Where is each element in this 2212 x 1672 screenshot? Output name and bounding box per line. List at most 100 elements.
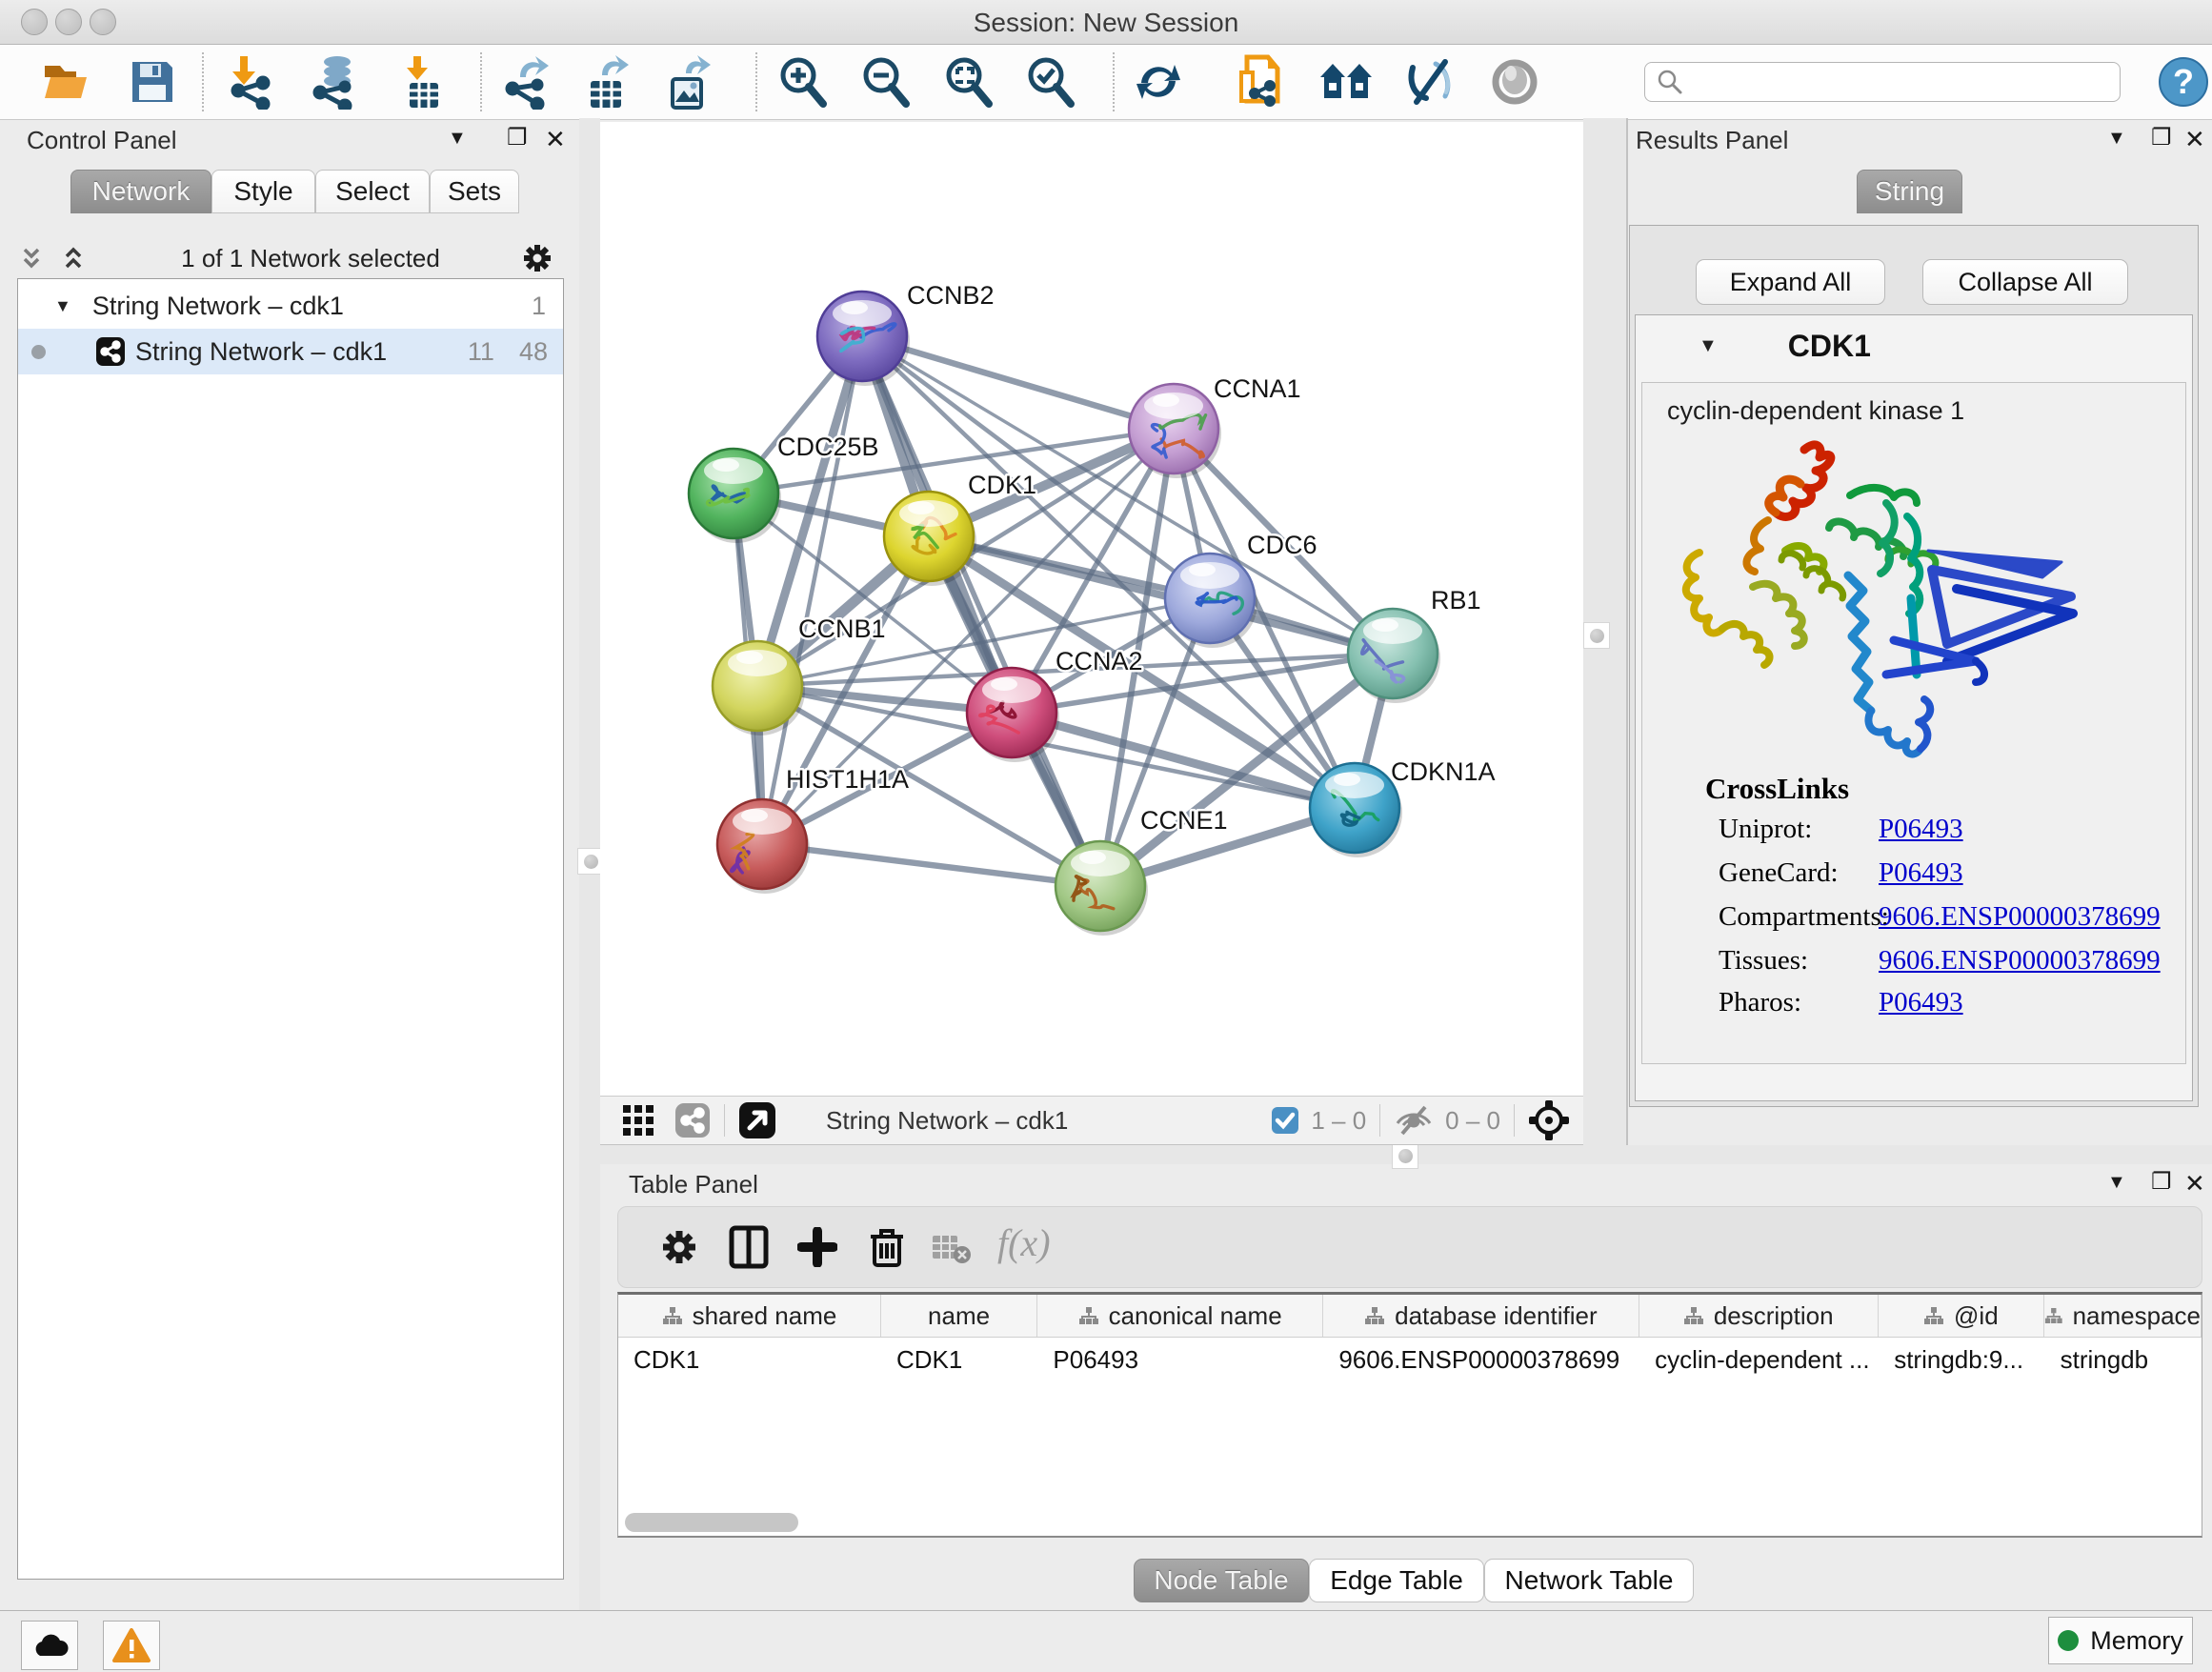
node-CCNB1[interactable] xyxy=(713,641,805,735)
table-row[interactable]: CDK1CDK1P064939606.ENSP00000378699cyclin… xyxy=(618,1338,2202,1381)
edge-CCNE1-HIST1H1A[interactable] xyxy=(762,844,1100,886)
help-icon[interactable]: ? xyxy=(2155,54,2212,110)
export-table-icon[interactable] xyxy=(579,54,636,110)
node-HIST1H1A[interactable] xyxy=(717,799,810,894)
control-panel-float-icon[interactable]: ❐ xyxy=(507,124,528,151)
birdseye-grid-icon[interactable] xyxy=(621,1103,655,1138)
tab-edge-table[interactable]: Edge Table xyxy=(1309,1559,1484,1602)
protein-collapse-icon[interactable]: ▼ xyxy=(1699,335,1718,357)
import-network-database-icon[interactable] xyxy=(307,54,364,110)
fit-selected-crosshair-icon[interactable] xyxy=(1528,1099,1570,1141)
node-CDK1[interactable] xyxy=(884,492,976,586)
column-header-description[interactable]: description xyxy=(1639,1295,1879,1337)
table-delete-icon[interactable] xyxy=(868,1225,906,1269)
search-input[interactable] xyxy=(1683,68,2120,96)
import-network-file-icon[interactable] xyxy=(223,54,280,110)
crosslink-link[interactable]: P06493 xyxy=(1879,987,1963,1018)
network-collection-row[interactable]: ▼ String Network – cdk1 1 xyxy=(18,283,563,329)
node-CDC25B[interactable] xyxy=(689,449,781,543)
search-box[interactable] xyxy=(1644,62,2121,102)
zoom-selected-icon[interactable] xyxy=(1021,54,1078,110)
tab-sets[interactable]: Sets xyxy=(430,170,519,213)
column-header--id[interactable]: @id xyxy=(1879,1295,2044,1337)
tab-node-table[interactable]: Node Table xyxy=(1134,1559,1309,1602)
zoom-out-icon[interactable] xyxy=(856,54,914,110)
tab-select[interactable]: Select xyxy=(315,170,430,213)
crosslink-link[interactable]: P06493 xyxy=(1879,857,1963,889)
table-cell[interactable]: CDK1 xyxy=(618,1338,881,1381)
column-header-shared-name[interactable]: shared name xyxy=(618,1295,881,1337)
network-graph[interactable]: CCNB2CCNA1CDC25BCDK1CDC6RB1CCNB1CCNA2CDK… xyxy=(600,122,1583,1096)
zoom-fit-icon[interactable] xyxy=(939,54,996,110)
node-CCNE1[interactable] xyxy=(1056,841,1148,936)
table-cell[interactable]: stringdb:9... xyxy=(1879,1338,2044,1381)
status-bar: Memory xyxy=(0,1610,2212,1672)
selected-checkbox-icon[interactable] xyxy=(1271,1106,1299,1135)
open-session-icon[interactable] xyxy=(38,54,95,110)
tab-style[interactable]: Style xyxy=(211,170,315,213)
import-table-icon[interactable] xyxy=(394,54,452,110)
column-header-namespace[interactable]: namespace xyxy=(2044,1295,2202,1337)
node-RB1[interactable] xyxy=(1348,609,1440,703)
network-share-icon[interactable] xyxy=(674,1102,711,1138)
string-orb-icon[interactable] xyxy=(1486,54,1543,110)
control-panel-menu-icon[interactable]: ▼ xyxy=(448,128,467,150)
tab-network-table[interactable]: Network Table xyxy=(1484,1559,1694,1602)
control-panel-close-icon[interactable]: ✕ xyxy=(545,125,566,154)
zoom-in-icon[interactable] xyxy=(774,54,831,110)
protein-header[interactable]: ▼ CDK1 xyxy=(1636,315,2192,376)
open-external-icon[interactable] xyxy=(738,1101,776,1139)
collapse-all-button[interactable]: Collapse All xyxy=(1922,259,2128,305)
node-CDC6[interactable] xyxy=(1165,554,1257,648)
tab-string[interactable]: String xyxy=(1857,170,1962,213)
table-cell[interactable]: cyclin-dependent ... xyxy=(1639,1338,1879,1381)
table-gear-icon[interactable] xyxy=(658,1226,700,1268)
table-function-icon[interactable]: f(x) xyxy=(997,1220,1051,1265)
table-panel-menu-icon[interactable]: ▼ xyxy=(2107,1172,2126,1194)
export-image-icon[interactable] xyxy=(661,54,718,110)
gear-icon[interactable] xyxy=(520,241,554,275)
table-panel-float-icon[interactable]: ❐ xyxy=(2151,1168,2172,1196)
column-header-name[interactable]: name xyxy=(881,1295,1037,1337)
table-cell[interactable]: 9606.ENSP00000378699 xyxy=(1323,1338,1639,1381)
string-glass-toggle-icon[interactable] xyxy=(1402,54,1459,110)
column-header-database-identifier[interactable]: database identifier xyxy=(1323,1295,1639,1337)
warning-button[interactable] xyxy=(103,1621,160,1670)
right-splitter-handle[interactable] xyxy=(1583,622,1610,649)
table-cell[interactable]: CDK1 xyxy=(881,1338,1037,1381)
results-panel-float-icon[interactable]: ❐ xyxy=(2151,124,2172,151)
collection-expand-icon[interactable]: ▼ xyxy=(54,296,71,316)
crosslink-link[interactable]: 9606.ENSP00000378699 xyxy=(1879,945,2161,977)
crosslink-link[interactable]: P06493 xyxy=(1879,814,1963,845)
edge-CDK1-RB1[interactable] xyxy=(929,536,1393,654)
results-panel-close-icon[interactable]: ✕ xyxy=(2184,125,2205,154)
save-session-icon[interactable] xyxy=(124,54,181,110)
node-CDKN1A[interactable] xyxy=(1310,763,1402,857)
network-canvas[interactable]: CCNB2CCNA1CDC25BCDK1CDC6RB1CCNB1CCNA2CDK… xyxy=(600,122,1583,1096)
expand-all-icon[interactable] xyxy=(59,244,88,272)
table-delete-table-icon[interactable] xyxy=(931,1232,973,1266)
column-header-canonical-name[interactable]: canonical name xyxy=(1037,1295,1323,1337)
expand-all-button[interactable]: Expand All xyxy=(1696,259,1885,305)
cloud-button[interactable] xyxy=(21,1621,78,1670)
refresh-layout-icon[interactable] xyxy=(1130,54,1187,110)
network-row-selected[interactable]: String Network – cdk1 11 48 xyxy=(18,329,563,374)
node-CCNA1[interactable] xyxy=(1129,384,1221,478)
node-CCNA2[interactable] xyxy=(967,668,1059,762)
string-import-icon[interactable] xyxy=(1233,54,1290,110)
title-bar: Session: New Session xyxy=(0,0,2212,45)
collapse-all-icon[interactable] xyxy=(17,244,46,272)
table-panel-close-icon[interactable]: ✕ xyxy=(2184,1169,2205,1199)
table-cell[interactable]: P06493 xyxy=(1037,1338,1323,1381)
string-home-icon[interactable] xyxy=(1318,54,1376,110)
table-columns-icon[interactable] xyxy=(729,1225,769,1269)
table-cell[interactable]: stringdb xyxy=(2045,1338,2202,1381)
memory-button[interactable]: Memory xyxy=(2048,1617,2193,1664)
table-horizontal-scrollbar[interactable] xyxy=(625,1513,798,1532)
tab-network[interactable]: Network xyxy=(70,170,211,213)
crosslink-link[interactable]: 9606.ENSP00000378699 xyxy=(1879,901,2161,933)
table-add-icon[interactable] xyxy=(797,1227,837,1267)
export-network-icon[interactable] xyxy=(499,54,556,110)
hidden-counts: 0 – 0 xyxy=(1445,1106,1500,1136)
results-panel-menu-icon[interactable]: ▼ xyxy=(2107,128,2126,150)
